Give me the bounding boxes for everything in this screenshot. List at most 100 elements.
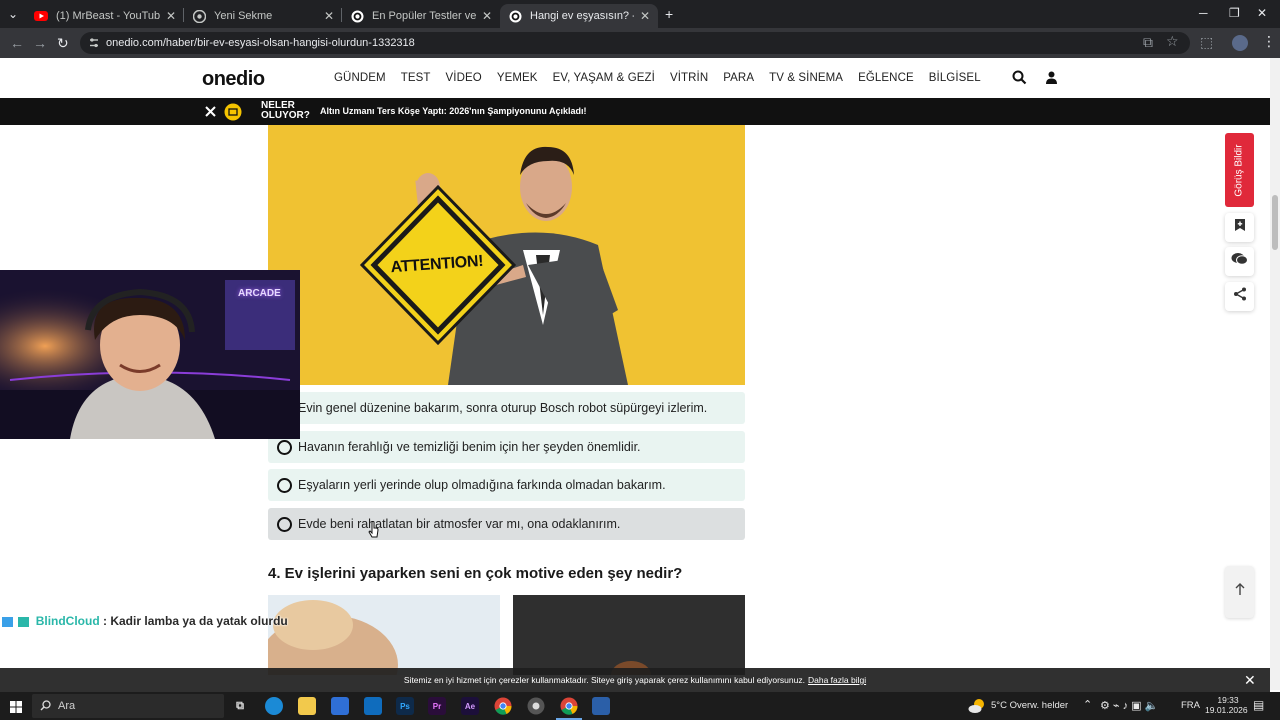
tab-onedio-popular[interactable]: En Popüler Testler ve Eğlenceli ✕ [342,4,500,28]
main-menu: GÜNDEM TEST VİDEO YEMEK EV, YAŞAM & GEZİ… [334,72,996,84]
menu-para[interactable]: PARA [723,72,754,84]
tab-search-icon[interactable]: ⌄ [8,7,18,21]
clock-time: 19:33 [1217,695,1239,705]
after-effects-icon[interactable]: Ae [461,697,479,715]
tray-icons[interactable]: ⚙ ⌁ ♪ ▣ 🔈 [1100,699,1158,712]
chat-badge-icon [18,616,30,627]
tab-onedio-quiz[interactable]: Hangi ev eşyasısın? - Onedio ✕ [500,4,658,28]
install-app-icon[interactable]: ⧉ [1143,34,1153,51]
tab-title: En Popüler Testler ve Eğlenceli [372,10,476,22]
search-icon [40,700,51,714]
clock[interactable]: 19:33 19.01.2026 [1205,695,1248,715]
file-explorer-icon[interactable] [298,697,316,715]
weather-icon [968,698,986,719]
bookmark-star-icon[interactable]: ☆ [1166,33,1179,50]
tray-chevron-icon[interactable]: ⌃ [1083,698,1092,711]
search-placeholder: Ara [58,700,76,712]
taskbar-search-input[interactable]: Ara [32,694,224,718]
menu-vitrin[interactable]: VİTRİN [670,72,708,84]
onedio-favicon-icon [508,9,522,23]
windows-start-icon[interactable] [10,700,22,718]
answer-option[interactable]: Eşyaların yerli yerinde olup olmadığına … [268,469,745,501]
chat-text: : Kadir lamba ya da yatak olurdu [103,614,288,628]
chrome-icon [192,9,206,23]
ticker-label: NELER OLUYOR? [261,101,310,121]
language-indicator[interactable]: FRA [1181,700,1200,711]
answer-option[interactable]: Evin genel düzenine bakarım, sonra oturu… [268,392,745,424]
close-tab-icon[interactable]: ✕ [640,9,650,23]
site-logo[interactable]: onedio [202,68,265,91]
back-arrow-icon[interactable]: ← [10,35,24,51]
cookie-banner: Sitemiz en iyi hizmet için çerezler kull… [0,668,1270,692]
tab-youtube[interactable]: (1) MrBeast - YouTube ✕ [26,4,184,28]
close-tab-icon[interactable]: ✕ [482,9,492,23]
ticker-headline[interactable]: Altın Uzmanı Ters Köşe Yaptı: 2026'nın Ş… [320,106,587,116]
radio-icon[interactable] [277,516,292,532]
profile-avatar[interactable] [1232,35,1248,51]
clock-date: 19.01.2026 [1205,705,1248,715]
chrome-profile-icon[interactable] [527,697,545,715]
save-button[interactable] [1225,213,1254,242]
cookie-text: Sitemiz en iyi hizmet için çerezler kull… [403,675,805,685]
outlook-icon[interactable] [364,697,382,715]
premiere-icon[interactable]: Pr [428,697,446,715]
radio-icon[interactable] [277,439,292,455]
question-image: ATTENTION! [268,125,745,385]
menu-yemek[interactable]: YEMEK [497,72,538,84]
menu-bilgisel[interactable]: BİLGİSEL [929,72,981,84]
extensions-icon[interactable]: ⬚ [1200,34,1213,51]
close-tab-icon[interactable]: ✕ [166,9,176,23]
chrome-icon[interactable] [494,697,512,715]
feedback-button[interactable]: Görüş Bildir [1225,133,1254,207]
menu-ev-yasam-gezi[interactable]: EV, YAŞAM & GEZİ [553,72,655,84]
tab-title: (1) MrBeast - YouTube [56,10,160,22]
menu-video[interactable]: VİDEO [446,72,482,84]
menu-kebab-icon[interactable]: ⋮ [1262,33,1276,50]
answer-option[interactable]: Evde beni rahatlatan bir atmosfer var mı… [268,508,745,540]
edge-icon[interactable] [265,697,283,715]
restore-icon[interactable]: ❐ [1229,6,1240,20]
close-tab-icon[interactable]: ✕ [324,9,334,23]
radio-icon[interactable] [277,477,292,493]
photoshop-icon[interactable]: Ps [396,697,414,715]
reload-icon[interactable]: ↻ [57,35,69,52]
new-tab-plus-icon[interactable]: + [665,6,673,22]
mouse-cursor-icon [368,521,380,544]
close-window-icon[interactable]: ✕ [1257,6,1267,20]
answer-image[interactable] [268,595,500,675]
bookmark-icon [1234,218,1246,237]
menu-tv-sinema[interactable]: TV & SİNEMA [769,72,843,84]
grid-icon[interactable] [205,104,216,122]
share-button[interactable] [1225,282,1254,311]
answer-text: Havanın ferahlığı ve temizliği benim içi… [298,440,641,454]
scrollbar-thumb[interactable] [1272,195,1278,250]
tab-new-tab[interactable]: Yeni Sekme ✕ [184,4,342,28]
weather-text[interactable]: 5°C Overw. helder [991,700,1068,711]
page-scrollbar[interactable] [1270,58,1280,690]
close-icon[interactable]: ✕ [1244,672,1256,689]
site-info-icon[interactable] [88,37,100,49]
cookie-more-info-link[interactable]: Daha fazla bilgi [808,675,866,685]
task-view-icon[interactable]: ⧉ [231,697,249,715]
minimize-icon[interactable]: ─ [1199,6,1208,20]
answer-option[interactable]: Havanın ferahlığı ve temizliği benim içi… [268,431,745,463]
share-icon [1233,287,1247,306]
chat-badge-icon [2,616,13,627]
comments-icon [1231,252,1248,271]
calculator-icon[interactable] [592,697,610,715]
comments-button[interactable] [1225,247,1254,276]
scroll-to-top-button[interactable] [1225,566,1254,618]
forward-arrow-icon[interactable]: → [33,35,47,51]
menu-gundem[interactable]: GÜNDEM [334,72,386,84]
search-icon[interactable] [1012,70,1028,86]
store-icon[interactable] [331,697,349,715]
user-icon[interactable] [1044,70,1060,86]
question-title: 4. Ev işlerini yaparken seni en çok moti… [268,565,683,582]
address-bar[interactable]: onedio.com/haber/bir-ev-esyasi-olsan-han… [80,32,1190,54]
answer-image[interactable] [513,595,745,675]
menu-eglence[interactable]: EĞLENCE [858,72,914,84]
chat-message: BlindCloud : Kadir lamba ya da yatak olu… [2,614,288,628]
notifications-icon[interactable]: ▤ [1253,698,1264,712]
chrome-active-icon[interactable] [560,697,578,715]
menu-test[interactable]: TEST [401,72,431,84]
